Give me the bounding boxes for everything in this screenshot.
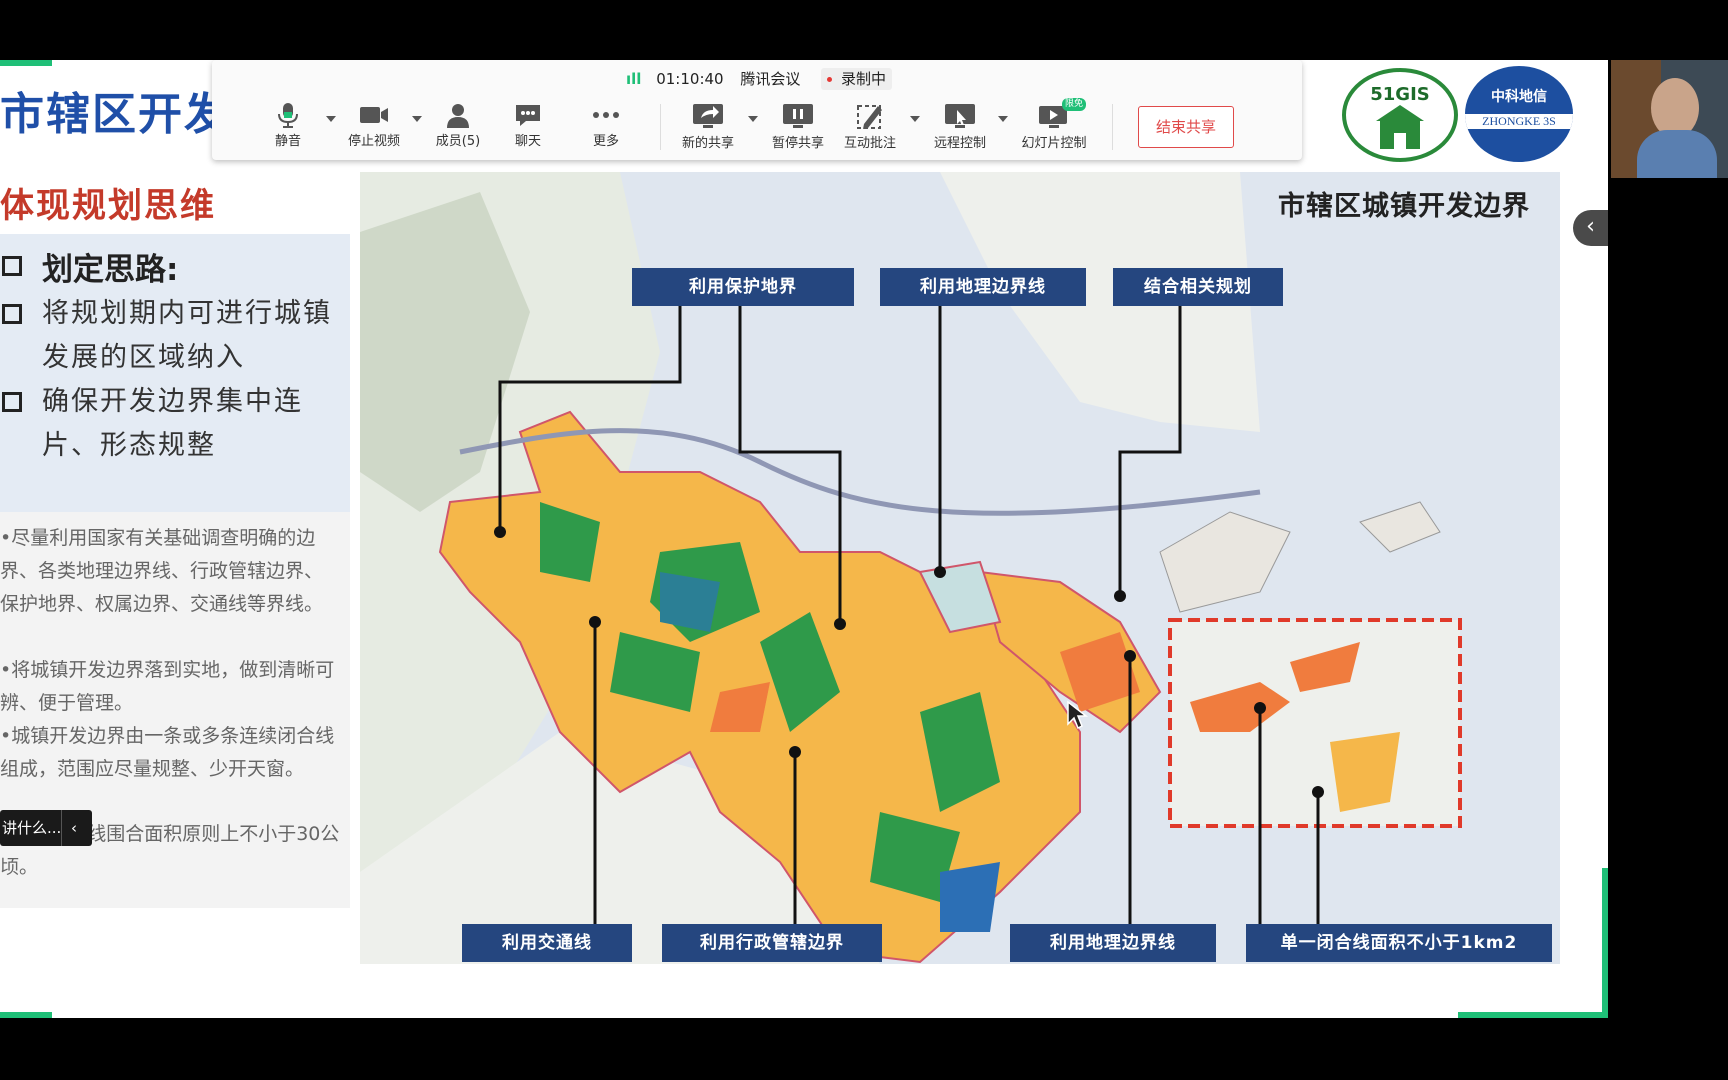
share-options-caret[interactable] — [748, 116, 758, 122]
toolbar-divider — [660, 104, 661, 150]
notes-panel: •尽量利用国家有关基础调查明确的边界、各类地理边界线、行政管辖边界、保护地界、权… — [0, 512, 350, 908]
callout-geo-top: 利用地理边界线 — [880, 268, 1086, 306]
callout-protect: 利用保护地界 — [632, 268, 854, 306]
note-item: •将城镇开发边界落到实地，做到清晰可辨、便于管理。 — [0, 659, 335, 714]
note-item: •城镇开发边界由一条或多条连续闭合线组成，范围应尽量规整、少开天窗。 — [0, 725, 335, 780]
popup-collapse-button[interactable]: ‹ — [61, 810, 86, 846]
share-screen-icon — [693, 104, 723, 128]
remote-control-button[interactable]: 远程控制 — [924, 102, 996, 154]
meeting-toolbar: ıll 01:10:40 腾讯会议 录制中 静音 停止视频 成员(5) 聊天 更… — [212, 60, 1302, 160]
callout-closed: 单一闭合线面积不小于1km2 — [1246, 924, 1552, 962]
new-share-label: 新的共享 — [681, 136, 734, 151]
chat-icon — [516, 105, 540, 126]
logo-zhongke: 中科地信 ZHONGKE 3S — [1465, 66, 1573, 162]
recording-dot-icon — [827, 77, 833, 82]
slide-title: 市辖区开发 — [0, 89, 230, 140]
more-icon — [593, 112, 619, 118]
members-button[interactable]: 成员(5) — [422, 102, 494, 154]
recording-label: 录制中 — [840, 70, 886, 88]
members-label: 成员(5) — [435, 134, 481, 149]
end-share-button[interactable]: 结束共享 — [1138, 106, 1234, 148]
app-name: 腾讯会议 — [740, 70, 801, 88]
callout-geo-bottom: 利用地理边界线 — [1010, 924, 1216, 962]
logo-51gis: 51GIS — [1342, 68, 1458, 162]
bullet-item: 确保开发边界集中连片、形态规整 — [42, 386, 303, 461]
toolbar-divider — [1112, 104, 1113, 150]
mute-label: 静音 — [274, 134, 301, 149]
annotate-pen-icon — [857, 105, 882, 129]
checkbox-icon — [2, 256, 22, 276]
callout-related: 结合相关规划 — [1113, 268, 1283, 306]
remote-control-options-caret[interactable] — [998, 116, 1008, 122]
mouse-cursor-icon — [1067, 700, 1088, 730]
mute-button[interactable]: 静音 — [252, 102, 324, 154]
bullets-panel: 划定思路: 将规划期内可进行城镇发展的区域纳入 确保开发边界集中连片、形态规整 — [0, 234, 350, 532]
slideshow-control-button[interactable]: 幻灯片控制 限免 — [1012, 98, 1096, 154]
stop-video-label: 停止视频 — [347, 134, 400, 149]
remote-control-label: 远程控制 — [933, 136, 986, 151]
remote-control-icon — [945, 104, 975, 128]
new-share-button[interactable]: 新的共享 — [672, 102, 744, 154]
camera-icon — [360, 107, 388, 123]
microphone-icon — [278, 103, 298, 128]
annotate-options-caret[interactable] — [910, 116, 920, 122]
checkbox-icon — [2, 304, 22, 324]
chat-label: 聊天 — [514, 134, 541, 149]
more-label: 更多 — [592, 134, 619, 149]
shared-slide: 市辖区开发 51GIS 中科地信 ZHONGKE 3S 体现规划思维 划定思路:… — [0, 60, 1608, 1018]
recording-badge[interactable]: 录制中 — [821, 68, 892, 90]
bullet-item: 将规划期内可进行城镇发展的区域纳入 — [42, 298, 332, 373]
free-badge: 限免 — [1062, 98, 1087, 111]
map: 市辖区城镇开发边界 利用保护地界 利用地理边界线 结合相关规划 利用交通线 利用… — [360, 172, 1560, 964]
signal-icon: ıll — [626, 70, 642, 88]
logo-51gis-building-icon — [1376, 105, 1424, 149]
share-frame-corner — [1602, 868, 1608, 1018]
note-item: •尽量利用国家有关基础调查明确的边界、各类地理边界线、行政管辖边界、保护地界、权… — [0, 527, 324, 615]
annotate-button[interactable]: 互动批注 — [834, 102, 906, 154]
logo-zhongke-en: ZHONGKE 3S — [1465, 114, 1573, 129]
popup-label: 讲什么... — [2, 819, 62, 837]
annotate-label: 互动批注 — [843, 136, 896, 151]
meeting-status: ıll 01:10:40 腾讯会议 录制中 — [626, 68, 892, 90]
pause-share-label: 暂停共享 — [771, 136, 824, 151]
bullet-heading: 划定思路: — [42, 252, 179, 288]
map-title: 市辖区城镇开发边界 — [1278, 191, 1530, 222]
share-frame-corner — [0, 60, 52, 66]
chat-button[interactable]: 聊天 — [492, 102, 564, 154]
video-options-caret[interactable] — [412, 116, 422, 122]
checkbox-icon — [2, 392, 22, 412]
callout-traffic: 利用交通线 — [462, 924, 632, 962]
callout-admin: 利用行政管辖边界 — [662, 924, 882, 962]
meeting-time: 01:10:40 — [656, 70, 724, 88]
section-heading: 体现规划思维 — [0, 186, 216, 226]
pause-share-icon — [783, 104, 813, 128]
side-collapse-button[interactable]: ‹ — [1573, 210, 1608, 246]
logo-51gis-text: 51GIS — [1370, 84, 1430, 105]
pause-share-button[interactable]: 暂停共享 — [762, 102, 834, 154]
stop-video-button[interactable]: 停止视频 — [338, 102, 410, 154]
slideshow-label: 幻灯片控制 — [1021, 136, 1087, 151]
webcam-video — [1611, 60, 1728, 178]
more-button[interactable]: 更多 — [570, 102, 642, 154]
mute-options-caret[interactable] — [326, 116, 336, 122]
floating-popup[interactable]: 讲什么... ‹ — [0, 810, 92, 846]
share-frame-corner — [0, 1012, 52, 1018]
members-icon — [447, 104, 469, 128]
logo-zhongke-cn: 中科地信 — [1491, 89, 1547, 105]
share-frame-corner — [1458, 1012, 1608, 1018]
